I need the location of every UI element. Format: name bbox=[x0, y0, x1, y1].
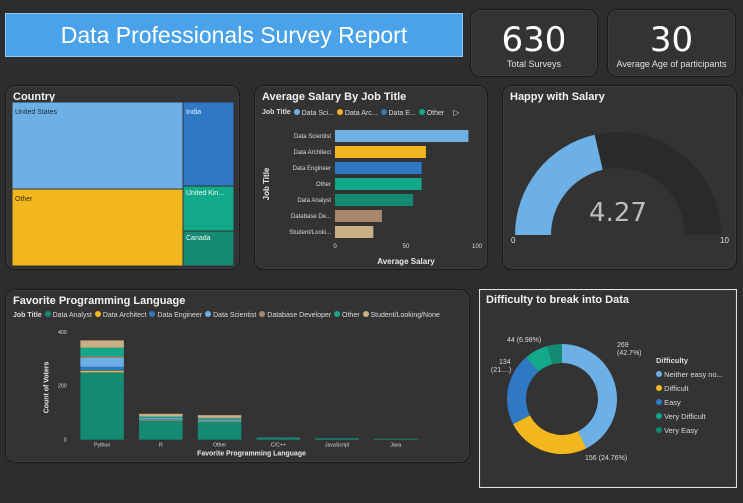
language-bar-segment[interactable] bbox=[80, 356, 124, 358]
salary-chart-card[interactable]: Average Salary By Job Title Job Title Da… bbox=[254, 85, 488, 270]
treemap-label-other: Other bbox=[15, 196, 33, 203]
salary-bar[interactable] bbox=[335, 194, 414, 206]
salary-category-label: Other bbox=[316, 182, 331, 188]
language-bar-segment[interactable] bbox=[315, 438, 359, 440]
salary-category-label: Data Engineer bbox=[293, 166, 331, 172]
salary-category-label: Data Architect bbox=[294, 150, 332, 156]
donut-label-very-difficult: 44 (6.98%) bbox=[507, 337, 541, 344]
treemap-label-canada: Canada bbox=[186, 235, 211, 242]
language-bar-segment[interactable] bbox=[80, 370, 124, 373]
language-bar-segment[interactable] bbox=[139, 420, 183, 421]
language-y-tick: 400 bbox=[58, 330, 67, 336]
language-x-tick: JavaScript bbox=[325, 443, 350, 449]
language-stacked-bar-chart: 0 200 400 Python R Other C/C++ JavaScript Java Co… bbox=[43, 330, 433, 457]
difficulty-donut-card[interactable]: Difficulty to break into Data 269 (42.7%… bbox=[479, 289, 737, 488]
salary-y-axis-title: Job Title bbox=[262, 167, 271, 200]
kpi-total-surveys-card[interactable]: 630 Total Surveys bbox=[470, 9, 598, 77]
salary-x-tick: 100 bbox=[472, 244, 483, 250]
salary-bar-chart: Data Scientist Data Architect Data Enginee… bbox=[262, 130, 483, 266]
language-bar-segment[interactable] bbox=[80, 347, 124, 357]
salary-x-tick: 50 bbox=[403, 244, 410, 250]
treemap-tile-united-kingdom[interactable]: United Kin... bbox=[182, 185, 235, 232]
difficulty-legend-item[interactable]: Very Difficult bbox=[656, 410, 723, 424]
language-y-tick: 200 bbox=[58, 384, 67, 390]
language-chart-card[interactable]: Favorite Programming Language Job Title … bbox=[5, 289, 470, 463]
kpi-average-age-label: Average Age of participants bbox=[616, 59, 727, 69]
salary-x-tick: 0 bbox=[333, 244, 337, 250]
salary-bar[interactable] bbox=[335, 178, 422, 190]
language-bar-segment[interactable] bbox=[197, 420, 242, 422]
treemap-label-united-kingdom: United Kin... bbox=[186, 190, 224, 197]
language-bar-segment[interactable] bbox=[80, 372, 124, 440]
language-x-tick: R bbox=[159, 443, 163, 449]
salary-x-axis-title: Average Salary bbox=[377, 257, 435, 266]
salary-bar[interactable] bbox=[335, 130, 469, 142]
treemap-tile-canada[interactable]: Canada bbox=[182, 230, 235, 267]
donut-label-difficult: 156 (24.76%) bbox=[585, 455, 627, 462]
language-bar-segment[interactable] bbox=[374, 438, 418, 440]
language-y-axis-title: Count of Voters bbox=[43, 361, 50, 413]
treemap-label-india: India bbox=[186, 109, 201, 116]
difficulty-legend-title: Difficulty bbox=[656, 356, 689, 365]
donut-label-easy: 134 bbox=[499, 359, 511, 366]
kpi-total-surveys-value: 630 bbox=[501, 20, 567, 60]
gauge-min-label: 0 bbox=[511, 236, 516, 245]
treemap-label-united-states: United States bbox=[15, 109, 58, 116]
language-bar-segment[interactable] bbox=[197, 419, 242, 421]
treemap-tile-india[interactable]: India bbox=[182, 101, 235, 187]
language-bar-segment[interactable] bbox=[80, 357, 124, 367]
donut-label-neither: 269 bbox=[617, 342, 629, 349]
salary-bar[interactable] bbox=[335, 226, 374, 238]
language-x-tick: C/C++ bbox=[271, 443, 286, 449]
language-x-tick: Python bbox=[94, 443, 110, 449]
gauge-value: 4.27 bbox=[589, 198, 647, 228]
donut-slice[interactable] bbox=[562, 344, 617, 449]
language-bar-segment[interactable] bbox=[80, 366, 124, 371]
donut-slice[interactable] bbox=[513, 415, 587, 454]
language-x-axis-title: Favorite Programming Language bbox=[197, 450, 306, 457]
country-treemap-card[interactable]: Country United States Other India United… bbox=[5, 85, 240, 270]
salary-category-label: Data Scientist bbox=[294, 134, 331, 140]
language-bar-segment[interactable] bbox=[197, 419, 242, 420]
language-bar-segment[interactable] bbox=[256, 437, 301, 440]
happy-gauge: 4.27 0 10 bbox=[511, 131, 729, 245]
salary-bar[interactable] bbox=[335, 210, 382, 222]
donut-label-neither-pct: (42.7%) bbox=[617, 350, 642, 357]
difficulty-legend-item[interactable]: Difficult bbox=[656, 382, 723, 396]
kpi-average-age-card[interactable]: 30 Average Age of participants bbox=[607, 9, 736, 77]
donut-slice[interactable] bbox=[507, 357, 539, 425]
treemap-tile-other[interactable]: Other bbox=[11, 188, 188, 267]
language-bar-segment[interactable] bbox=[139, 420, 183, 440]
happy-gauge-card[interactable]: Happy with Salary 4.27 0 10 bbox=[502, 85, 737, 270]
salary-category-label: Student/Looki... bbox=[289, 230, 331, 236]
difficulty-legend-item[interactable]: Easy bbox=[656, 396, 723, 410]
kpi-average-age-value: 30 bbox=[649, 20, 694, 60]
country-treemap: United States Other India United Kin... … bbox=[11, 101, 235, 267]
language-bar-segment[interactable] bbox=[139, 419, 183, 421]
language-bar-segment[interactable] bbox=[139, 418, 183, 420]
treemap-tile-united-states[interactable]: United States bbox=[11, 101, 188, 190]
language-x-tick: Java bbox=[390, 443, 401, 449]
language-bar-segment[interactable] bbox=[197, 421, 242, 423]
language-bar-segment[interactable] bbox=[197, 422, 242, 440]
language-y-tick: 0 bbox=[64, 437, 67, 443]
language-x-tick: Other bbox=[213, 443, 226, 449]
language-bar-segment[interactable] bbox=[139, 413, 183, 417]
salary-category-label: Database De... bbox=[291, 214, 331, 220]
difficulty-legend-item[interactable]: Neither easy no... bbox=[656, 368, 723, 382]
salary-bar[interactable] bbox=[335, 146, 426, 158]
language-bar-segment[interactable] bbox=[139, 416, 183, 418]
difficulty-legend: Difficulty Neither easy no... Difficult … bbox=[656, 354, 723, 438]
language-bar-segment[interactable] bbox=[80, 340, 124, 348]
language-bar-segment[interactable] bbox=[197, 415, 242, 418]
kpi-total-surveys-label: Total Surveys bbox=[506, 59, 562, 69]
difficulty-legend-item[interactable]: Very Easy bbox=[656, 424, 723, 438]
language-bar-segment[interactable] bbox=[197, 417, 242, 420]
report-title: Data Professionals Survey Report bbox=[5, 13, 463, 57]
salary-category-label: Data Analyst bbox=[297, 198, 331, 204]
gauge-max-label: 10 bbox=[720, 236, 729, 245]
donut-label-easy-pct: (21....) bbox=[491, 367, 511, 374]
language-bar-segment[interactable] bbox=[139, 417, 183, 419]
salary-bar[interactable] bbox=[335, 162, 422, 174]
